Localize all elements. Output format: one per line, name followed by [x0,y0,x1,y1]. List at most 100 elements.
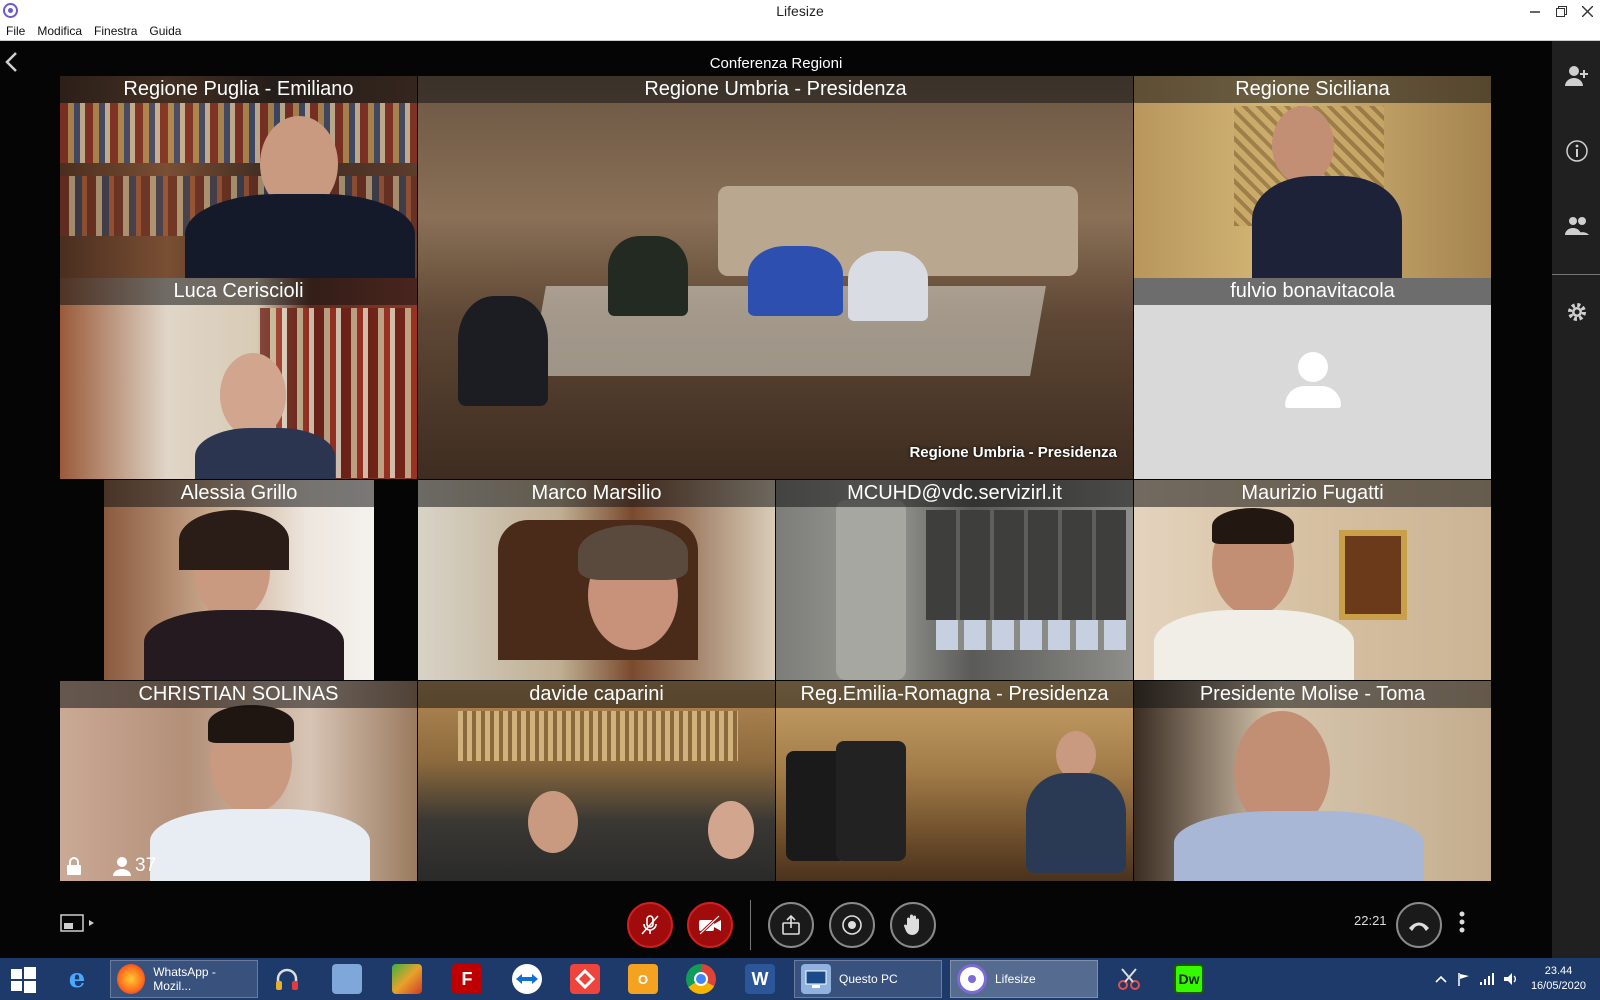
video-tile-umbria[interactable]: Regione Umbria - Presidenza Regione Umbr… [418,76,1133,479]
clock-time: 23.44 [1544,965,1573,977]
video-tile-marsilio[interactable]: Marco Marsilio [418,480,775,680]
person [150,809,370,881]
start-button[interactable] [8,960,38,998]
taskbar-app-label: WhatsApp - Mozil... [153,965,216,993]
share-screen-button[interactable] [768,902,814,948]
taskbar-dreamweaver[interactable]: Dw [1174,960,1204,998]
firefox-icon [117,964,146,994]
record-button[interactable] [829,902,875,948]
person [1154,610,1354,680]
gear-icon [1568,303,1586,321]
title-bar: Lifesize [0,0,1600,22]
dreamweaver-icon: Dw [1174,964,1204,994]
info-icon [1566,140,1588,162]
person [458,296,548,406]
participants-icon [1565,217,1589,235]
video-tile-fugatti[interactable]: Maurizio Fugatti [1134,480,1491,680]
close-button[interactable] [1574,0,1600,22]
video-tile-mcuhd[interactable]: MCUHD@vdc.servizirl.it [776,480,1133,680]
person-hair [1212,508,1294,544]
menu-finestra[interactable]: Finestra [88,22,143,40]
taskbar-anydesk[interactable] [570,960,600,998]
taskbar-app-label: Questo PC [839,972,898,986]
taskbar-audio-app[interactable] [272,960,302,998]
taskbar-network-app[interactable] [332,960,362,998]
taskbar-chrome[interactable] [686,960,716,998]
video-tile-bonavitacola[interactable]: fulvio bonavitacola [1134,278,1491,479]
video-overlay-label: Regione Umbria - Presidenza [909,444,1117,461]
tile-label: CHRISTIAN SOLINAS [60,681,417,708]
layout-toggle-button[interactable] [60,912,96,934]
tile-label: Luca Ceriscioli [60,278,417,305]
video-tile-siciliana[interactable]: Regione Siciliana [1134,76,1491,278]
tile-label: MCUHD@vdc.servizirl.it [776,480,1133,507]
chevron-up-icon[interactable] [1435,974,1447,984]
video-tile-ceriscioli[interactable]: Luca Ceriscioli [60,278,417,479]
taskbar-teamviewer[interactable] [512,960,542,998]
taskbar-photo-app[interactable] [392,960,422,998]
tile-label: Regione Umbria - Presidenza [418,76,1133,103]
camera-off-icon [698,914,721,936]
taskbar-outlook[interactable]: O [628,960,658,998]
sidebar-divider [1552,274,1600,275]
taskbar-word[interactable]: W [745,960,775,998]
windows-logo-icon [11,967,36,993]
system-clock[interactable]: 23.44 16/05/2020 [1531,964,1586,994]
taskbar-snipping-tool[interactable] [1114,960,1144,998]
hang-up-button[interactable] [1396,902,1442,948]
taskbar-app-label: Lifesize [995,972,1036,986]
internet-explorer-icon: e [68,964,86,994]
flag-icon[interactable] [1457,972,1471,986]
person [195,428,335,479]
taskbar-app-firefox[interactable]: WhatsApp - Mozil... [110,960,258,998]
volume-icon[interactable] [1503,972,1519,986]
taskbar-filezilla[interactable]: F [452,960,482,998]
microphone-off-icon [641,915,659,935]
menu-guida[interactable]: Guida [143,22,187,40]
restore-icon [1555,5,1567,17]
video-tile-molise[interactable]: Presidente Molise - Toma [1134,681,1491,881]
right-sidebar [1552,41,1600,958]
headphones-icon [272,964,302,994]
video-tile-emilia-romagna[interactable]: Reg.Emilia-Romagna - Presidenza [776,681,1133,881]
taskbar-app-explorer[interactable]: Questo PC [794,960,942,998]
mute-camera-button[interactable] [687,902,733,948]
taskbar-app-lifesize[interactable]: Lifesize [950,960,1098,998]
restore-button[interactable] [1548,0,1574,22]
conference-title: Conferenza Regioni [709,55,843,72]
video-tile-caparini[interactable]: davide caparini [418,681,775,881]
video-tile-solinas[interactable]: CHRISTIAN SOLINAS [60,681,417,881]
computer-network-icon [332,964,362,994]
tile-label: Regione Siciliana [1134,76,1491,103]
close-icon [1581,5,1593,17]
person [1056,731,1096,779]
video-tile-puglia[interactable]: Regione Puglia - Emiliano [60,76,417,278]
participants-button[interactable] [1564,213,1590,239]
taskbar-internet-explorer[interactable]: e [62,960,92,998]
hang-up-icon [1409,922,1429,931]
signal-icon[interactable] [1479,972,1495,986]
word-icon: W [745,964,775,994]
raise-hand-button[interactable] [890,902,936,948]
info-button[interactable] [1564,138,1590,164]
mute-microphone-button[interactable] [627,902,673,948]
hand-icon [904,914,919,935]
person-hair [179,510,289,570]
painting [1339,530,1407,620]
settings-button[interactable] [1564,299,1590,325]
bookshelf [60,103,417,163]
video-tile-grillo[interactable]: Alessia Grillo [104,480,374,680]
add-participant-button[interactable] [1564,63,1590,89]
menu-modifica[interactable]: Modifica [31,22,88,40]
filezilla-icon: F [452,964,482,994]
photo-app-icon [392,964,422,994]
menu-file[interactable]: File [0,22,31,40]
more-options-button[interactable] [1458,910,1466,934]
pillar [836,500,906,680]
tile-label: Reg.Emilia-Romagna - Presidenza [776,681,1133,708]
person-hair [578,525,688,580]
participant-count[interactable]: 37 [112,855,156,877]
minimize-button[interactable] [1522,0,1548,22]
add-person-icon [1565,66,1588,86]
person [748,246,843,316]
